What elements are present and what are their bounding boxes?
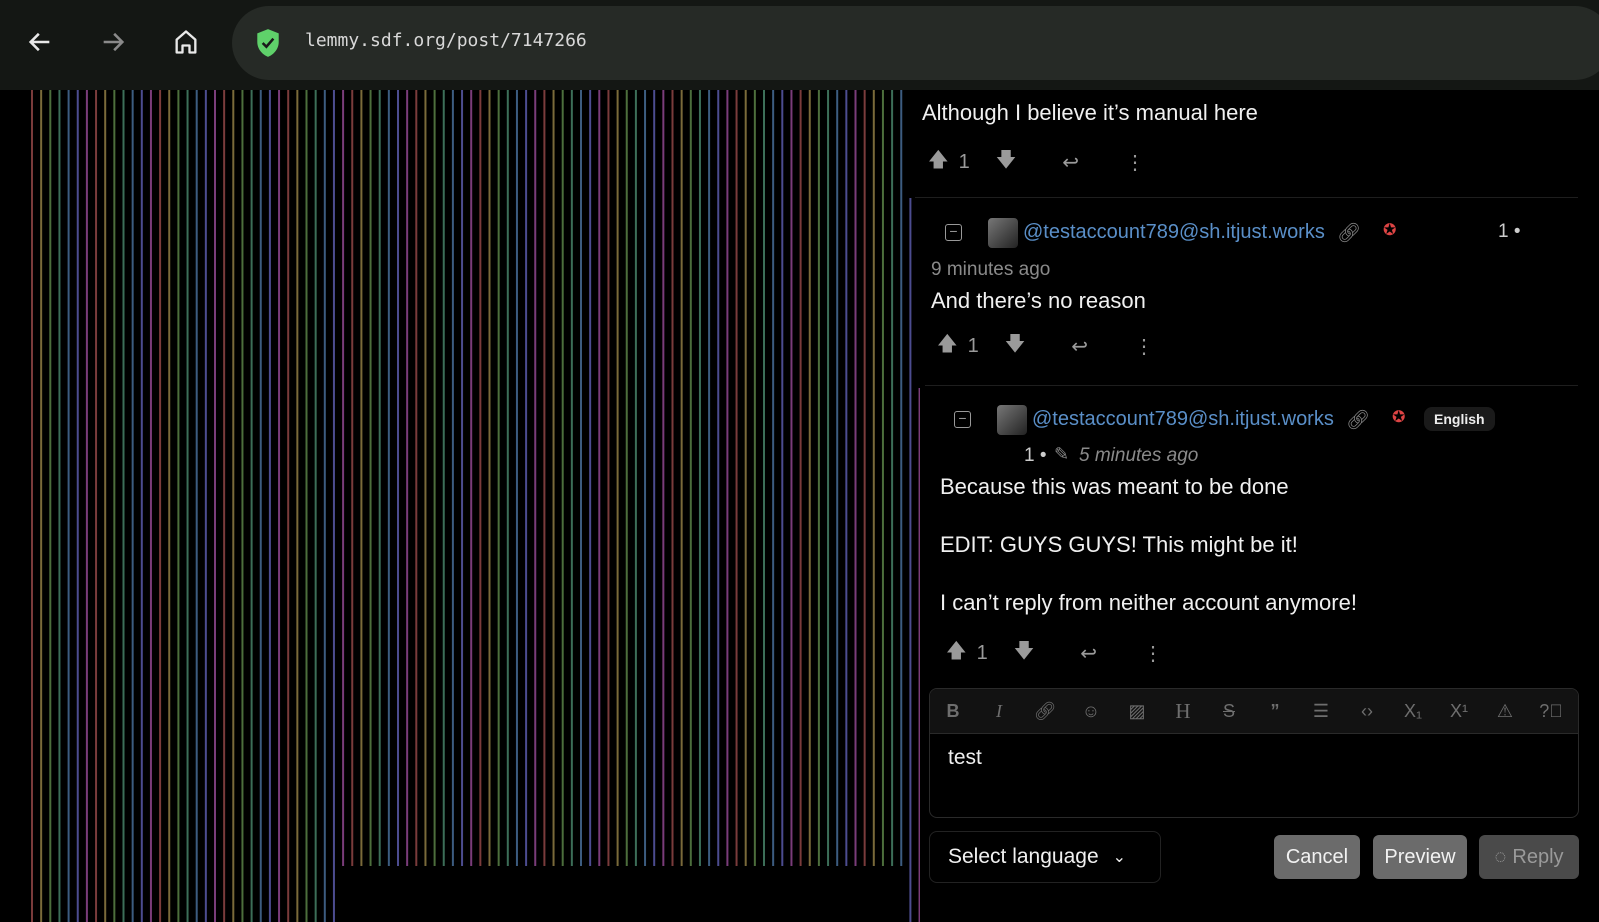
upvote-button[interactable]: 🡅 [937, 329, 958, 363]
downvote-button[interactable]: 🡇 [996, 145, 1017, 179]
score: 1 [958, 150, 970, 173]
superscript-button[interactable]: X¹ [1436, 701, 1482, 722]
url-text[interactable]: lemmy.sdf.org/post/7147266 [305, 30, 587, 51]
reply-icon[interactable]: ↩ [1062, 150, 1079, 175]
help-button[interactable]: ?⃝ [1528, 701, 1574, 722]
comment-actions: 🡅 1 🡇 ↩ ⋮ [937, 329, 1154, 363]
bold-button[interactable]: B [930, 701, 976, 722]
divider [925, 385, 1578, 386]
downvote-button[interactable]: 🡇 [1005, 329, 1026, 363]
downvote-button[interactable]: 🡇 [1014, 636, 1035, 670]
comment-body: And there’s no reason [931, 288, 1146, 313]
score: 1 [967, 334, 979, 357]
strikethrough-button[interactable]: S [1206, 701, 1252, 722]
avatar[interactable] [997, 405, 1027, 435]
arrow-left-icon [28, 32, 50, 52]
timestamp: 9 minutes ago [931, 259, 1051, 280]
code-button[interactable]: ‹› [1344, 701, 1390, 722]
more-options-icon[interactable]: ⋮ [1143, 641, 1163, 666]
language-badge: English [1424, 407, 1495, 431]
home-icon [175, 30, 197, 54]
score-meta: 1 • [1498, 221, 1521, 242]
home-button[interactable] [166, 22, 206, 62]
header-button[interactable]: H [1160, 699, 1206, 724]
preview-button[interactable]: Preview [1373, 835, 1467, 879]
list-button[interactable]: ☰ [1298, 701, 1344, 722]
image-button[interactable]: ▨ [1114, 701, 1160, 722]
timestamp: 5 minutes ago [1079, 445, 1199, 466]
comment-body-line: Because this was meant to be done [940, 474, 1289, 499]
quote-button[interactable]: ” [1252, 701, 1298, 722]
comment-actions: 🡅 1 🡇 ↩ ⋮ [928, 145, 1145, 179]
username-link[interactable]: @testaccount789@sh.itjust.works [1032, 408, 1334, 431]
reply-textarea[interactable]: test [930, 734, 1578, 782]
spinner-icon: ◌ [1494, 845, 1507, 868]
subscript-button[interactable]: X₁ [1390, 701, 1436, 722]
emoji-button[interactable]: ☺ [1068, 701, 1114, 722]
arrow-right-icon [103, 32, 125, 52]
language-select-value: Select language [948, 845, 1099, 868]
score: 1 [976, 641, 988, 664]
reply-button[interactable]: ◌ Reply [1479, 835, 1579, 879]
forward-button[interactable] [93, 22, 133, 62]
shield-check-icon [257, 29, 279, 57]
upvote-button[interactable]: 🡅 [928, 145, 949, 179]
link-icon[interactable]: 🔗︎ [1346, 408, 1370, 432]
more-options-icon[interactable]: ⋮ [1125, 150, 1145, 175]
comment-actions: 🡅 1 🡇 ↩ ⋮ [946, 636, 1163, 670]
spoiler-button[interactable]: ⚠ [1482, 701, 1528, 722]
username-link[interactable]: @testaccount789@sh.itjust.works [1023, 221, 1325, 244]
cancel-button[interactable]: Cancel [1274, 835, 1360, 879]
thread-indent-stripes [31, 90, 920, 922]
italic-button[interactable]: I [976, 701, 1022, 722]
reply-icon[interactable]: ↩ [1071, 334, 1088, 359]
score-meta: 1 • [1024, 445, 1047, 466]
avatar[interactable] [988, 218, 1018, 248]
chevron-down-icon: ⌄ [1112, 849, 1127, 866]
comment-body: Although I believe it’s manual here [922, 100, 1258, 125]
reply-button-label: Reply [1512, 845, 1564, 868]
collapse-icon[interactable]: − [945, 224, 962, 241]
language-select[interactable]: Select language ⌄ [929, 831, 1161, 883]
more-options-icon[interactable]: ⋮ [1134, 334, 1154, 359]
edited-icon: ✎ [1054, 444, 1070, 464]
collapse-icon[interactable]: − [954, 411, 971, 428]
reply-editor: B I 🔗︎ ☺ ▨ H S ” ☰ ‹› X₁ X¹ ⚠ ?⃝ test [929, 688, 1579, 818]
upvote-button[interactable]: 🡅 [946, 636, 967, 670]
link-button[interactable]: 🔗︎ [1022, 701, 1068, 722]
reply-icon[interactable]: ↩ [1080, 641, 1097, 666]
back-button[interactable] [20, 22, 60, 62]
fediverse-icon: ✪ [1392, 409, 1406, 426]
browser-toolbar: lemmy.sdf.org/post/7147266 [0, 0, 1599, 90]
fediverse-icon: ✪ [1383, 222, 1397, 239]
link-icon[interactable]: 🔗︎ [1337, 221, 1361, 245]
comment-body-line: I can’t reply from neither account anymo… [940, 590, 1357, 615]
divider [915, 197, 1578, 198]
comment-body-line: EDIT: GUYS GUYS! This might be it! [940, 532, 1298, 557]
markdown-toolbar: B I 🔗︎ ☺ ▨ H S ” ☰ ‹› X₁ X¹ ⚠ ?⃝ [930, 689, 1578, 734]
